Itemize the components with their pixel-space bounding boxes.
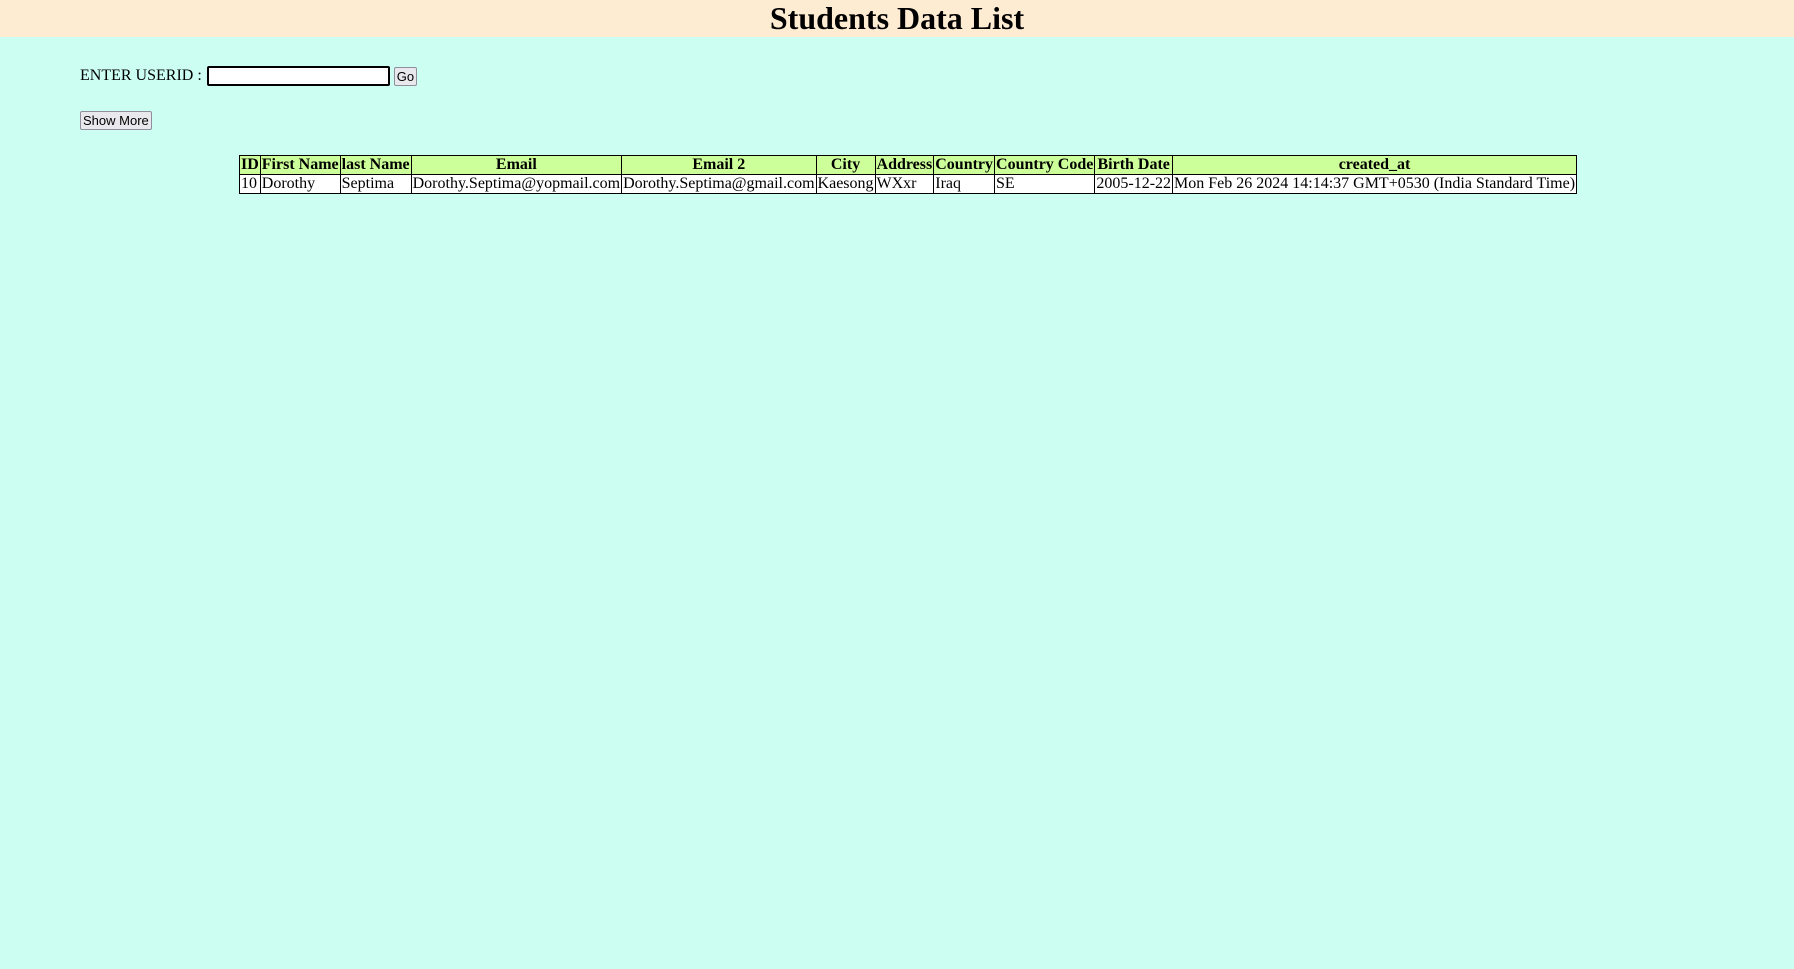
cell-id: 10 — [239, 174, 261, 194]
userid-search-form: ENTER USERID : Go — [80, 65, 418, 87]
students-table-container: ID First Name last Name Email Email 2 Ci… — [239, 155, 1578, 194]
column-header-birth-date: Birth Date — [1094, 155, 1174, 175]
userid-input[interactable] — [206, 66, 390, 86]
cell-created-at: Mon Feb 26 2024 14:14:37 GMT+0530 (India… — [1172, 174, 1578, 194]
cell-last-name: Septima — [339, 174, 412, 194]
cell-email: Dorothy.Septima@yopmail.com — [410, 174, 623, 194]
cell-birth-date: 2005-12-22 — [1094, 174, 1174, 194]
column-header-id: ID — [239, 155, 261, 175]
column-header-first-name: First Name — [259, 155, 341, 175]
show-more-button[interactable]: Show More — [80, 111, 152, 130]
cell-city: Kaesong — [815, 174, 876, 194]
column-header-email-2: Email 2 — [621, 155, 817, 175]
page-title: Students Data List — [769, 0, 1025, 36]
column-header-country-code: Country Code — [994, 155, 1096, 175]
cell-email-2: Dorothy.Septima@gmail.com — [621, 174, 817, 194]
cell-country-code: SE — [994, 174, 1096, 194]
userid-label: ENTER USERID : — [80, 67, 202, 84]
column-header-last-name: last Name — [339, 155, 412, 175]
go-button[interactable]: Go — [393, 66, 418, 86]
table-row: 10 Dorothy Septima Dorothy.Septima@yopma… — [239, 174, 1578, 194]
column-header-city: City — [815, 155, 876, 175]
column-header-email: Email — [410, 155, 623, 175]
column-header-address: Address — [874, 155, 935, 175]
column-header-country: Country — [933, 155, 996, 175]
cell-country: Iraq — [933, 174, 996, 194]
students-table: ID First Name last Name Email Email 2 Ci… — [239, 155, 1578, 194]
cell-address: WXxr — [874, 174, 935, 194]
table-header-row: ID First Name last Name Email Email 2 Ci… — [239, 155, 1578, 175]
cell-first-name: Dorothy — [259, 174, 341, 194]
page-header: Students Data List — [0, 0, 1794, 37]
column-header-created-at: created_at — [1172, 155, 1578, 175]
